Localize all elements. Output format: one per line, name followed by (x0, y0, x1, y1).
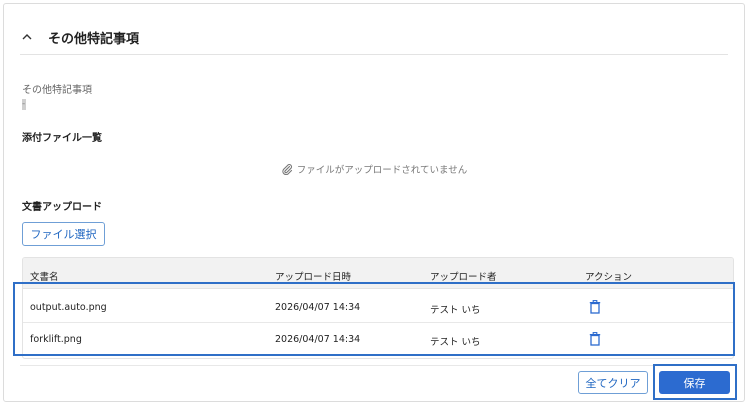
no-files-message: ファイルがアップロードされていません (4, 162, 744, 176)
file-name: forklift.png (30, 334, 82, 345)
uploaded-files-table: 文書名 アップロード日時 アップロード者 アクション output.auto.p… (22, 257, 734, 359)
uploader-name: テスト いち (430, 305, 481, 316)
uploader-name: テスト いち (430, 337, 481, 348)
column-header-datetime: アップロード日時 (275, 272, 352, 283)
table-header: 文書名 アップロード日時 アップロード者 アクション (23, 258, 733, 289)
table-row: forklift.png 2026/04/07 14:34 テスト いち (23, 324, 733, 355)
divider (20, 54, 728, 55)
notes-field-label: その他特記事項 (22, 85, 92, 96)
file-select-button[interactable]: ファイル選択 (22, 222, 105, 246)
column-header-action: アクション (585, 272, 633, 283)
save-button[interactable]: 保存 (659, 371, 730, 394)
section-header[interactable]: その他特記事項 (20, 24, 139, 50)
column-header-name: 文書名 (30, 272, 59, 283)
upload-title: 文書アップロード (22, 202, 102, 213)
chevron-up-icon[interactable] (20, 30, 34, 44)
form-panel: その他特記事項 その他特記事項 - 添付ファイル一覧 ファイルがアップロードされ… (3, 3, 745, 402)
trash-icon[interactable] (589, 300, 601, 314)
notes-field-value: - (22, 99, 26, 110)
trash-icon[interactable] (589, 332, 601, 346)
section-title: その他特記事項 (48, 31, 140, 47)
upload-datetime: 2026/04/07 14:34 (275, 334, 361, 345)
clear-all-button[interactable]: 全てクリア (578, 371, 648, 394)
upload-datetime: 2026/04/07 14:34 (275, 302, 361, 313)
paperclip-icon (282, 164, 292, 175)
divider (23, 322, 733, 323)
divider (20, 365, 728, 366)
file-name: output.auto.png (30, 302, 107, 313)
column-header-uploader: アップロード者 (430, 272, 497, 283)
table-row: output.auto.png 2026/04/07 14:34 テスト いち (23, 292, 733, 323)
attachments-title: 添付ファイル一覧 (22, 133, 102, 144)
no-files-text: ファイルがアップロードされていません (296, 165, 468, 176)
